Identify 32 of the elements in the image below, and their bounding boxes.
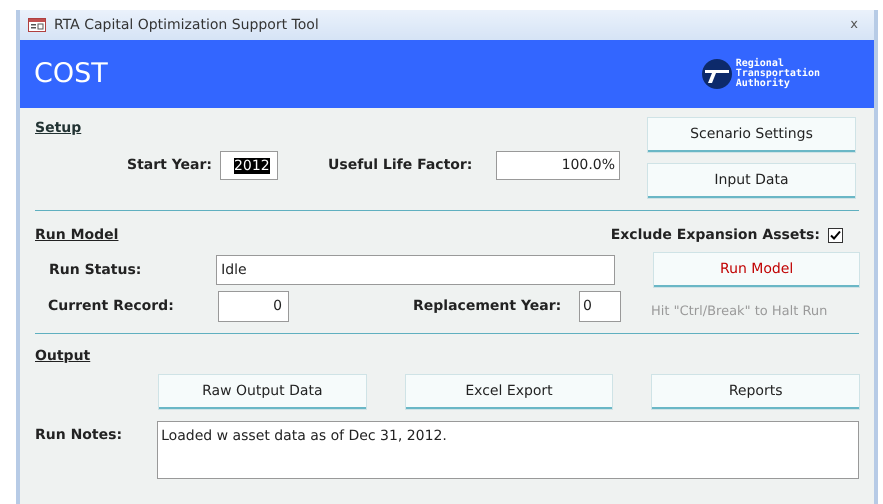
- hint-text: Hit "Ctrl/Break" to Halt Run: [651, 302, 828, 321]
- form-icon: [28, 18, 46, 32]
- field-label: Replacement Year:: [413, 297, 562, 316]
- notes-field[interactable]: Loaded w asset data as of Dec 31, 2012.: [157, 421, 859, 479]
- logo-text: Regional: [736, 59, 784, 69]
- checkbox-label: Exclude Expansion Assets:: [610, 226, 820, 244]
- input-field[interactable]: 0: [579, 291, 621, 322]
- input-field[interactable]: 2012: [220, 151, 278, 180]
- window-title: RTA Capital Optimization Support Tool: [54, 16, 319, 34]
- logo-text: Authority: [736, 79, 790, 89]
- action-button[interactable]: Raw Output Data: [159, 375, 366, 409]
- status-field[interactable]: Idle: [216, 255, 615, 285]
- input-field[interactable]: 100.0%: [496, 151, 620, 180]
- action-button[interactable]: Scenario Settings: [648, 118, 855, 152]
- app-title: COST: [34, 56, 109, 91]
- run-model-button[interactable]: Run Model: [654, 253, 860, 287]
- field-label: Run Notes:: [35, 426, 124, 445]
- field-label: Current Record:: [47, 297, 175, 316]
- section-heading: Run Model: [35, 226, 118, 244]
- section-heading: Output: [35, 347, 90, 366]
- field-label: Run Status:: [48, 260, 142, 280]
- section-heading: Setup: [35, 119, 82, 138]
- action-button[interactable]: Input Data: [648, 164, 855, 198]
- field-label: Useful Life Factor:: [328, 156, 474, 175]
- input-field[interactable]: 0: [218, 291, 289, 322]
- action-button[interactable]: Reports: [652, 375, 860, 409]
- logo-icon: [702, 59, 732, 89]
- checkbox[interactable]: [828, 228, 843, 242]
- action-button[interactable]: Excel Export: [406, 375, 612, 409]
- logo-text: Transportation: [736, 69, 820, 79]
- close-button[interactable]: x: [842, 15, 866, 35]
- field-label: Start Year:: [126, 156, 213, 175]
